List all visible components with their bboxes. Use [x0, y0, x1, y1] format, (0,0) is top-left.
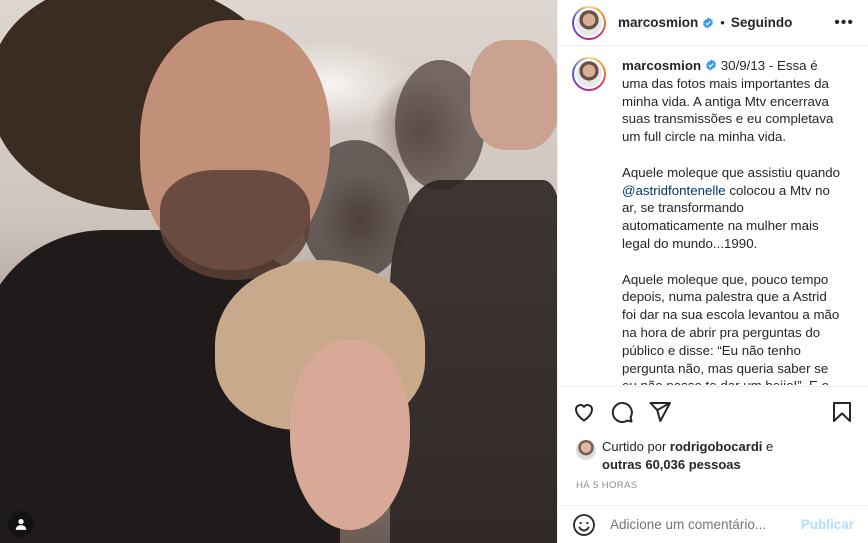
- caption-username[interactable]: marcosmion: [622, 58, 701, 73]
- likes-summary: Curtido por rodrigobocardi e outras 60,0…: [576, 438, 854, 474]
- emoji-icon[interactable]: [572, 513, 596, 537]
- caption-author-avatar[interactable]: [572, 57, 606, 91]
- caption-paragraph-2: Aquele moleque que assistiu quando @astr…: [622, 164, 844, 253]
- verified-badge-icon: [705, 59, 717, 71]
- woman-face: [290, 340, 410, 530]
- comment-icon[interactable]: [610, 400, 634, 424]
- save-icon[interactable]: [830, 400, 854, 424]
- likes-middle: e: [762, 439, 774, 454]
- post-actions: [558, 386, 868, 436]
- likes-text: Curtido por rodrigobocardi e outras 60,0…: [602, 438, 773, 474]
- post-header: marcosmion • Seguindo •••: [558, 0, 868, 46]
- separator-dot: •: [720, 15, 725, 30]
- background-raised-arm: [470, 40, 557, 150]
- person-tag-icon[interactable]: [8, 511, 34, 537]
- caption-text: marcosmion 30/9/13 - Essa é uma das foto…: [622, 57, 844, 385]
- caption-paragraph-3: Aquele moleque que, pouco tempo depois, …: [622, 271, 840, 385]
- post-timestamp[interactable]: HÁ 5 HORAS: [576, 480, 638, 491]
- caption-paragraph-1: marcosmion 30/9/13 - Essa é uma das foto…: [622, 57, 844, 146]
- following-button[interactable]: Seguindo: [731, 15, 793, 30]
- author-avatar[interactable]: [572, 5, 606, 40]
- likes-others-link[interactable]: outras 60,036 pessoas: [602, 457, 741, 472]
- comment-input[interactable]: [610, 517, 801, 532]
- caption-paragraph-2-before: Aquele moleque que assistiu quando: [622, 164, 841, 180]
- caption: marcosmion 30/9/13 - Essa é uma das foto…: [572, 57, 854, 385]
- verified-badge-icon: [702, 17, 714, 29]
- liker-avatar[interactable]: [576, 440, 596, 460]
- publish-button[interactable]: Publicar: [801, 517, 854, 532]
- post-side-panel: marcosmion • Seguindo ••• marcosmion 30/…: [557, 0, 868, 543]
- post-photo[interactable]: [0, 0, 557, 543]
- mention-link[interactable]: @astridfontenelle: [622, 183, 726, 198]
- liker-username[interactable]: rodrigobocardi: [670, 439, 762, 454]
- share-icon[interactable]: [648, 400, 672, 424]
- comment-bar: Publicar: [558, 505, 868, 543]
- author-username[interactable]: marcosmion: [618, 15, 698, 30]
- heart-icon[interactable]: [572, 400, 596, 424]
- likes-prefix: Curtido por: [602, 439, 670, 454]
- more-options-icon[interactable]: •••: [834, 14, 854, 32]
- caption-scroll-area[interactable]: marcosmion 30/9/13 - Essa é uma das foto…: [558, 57, 868, 385]
